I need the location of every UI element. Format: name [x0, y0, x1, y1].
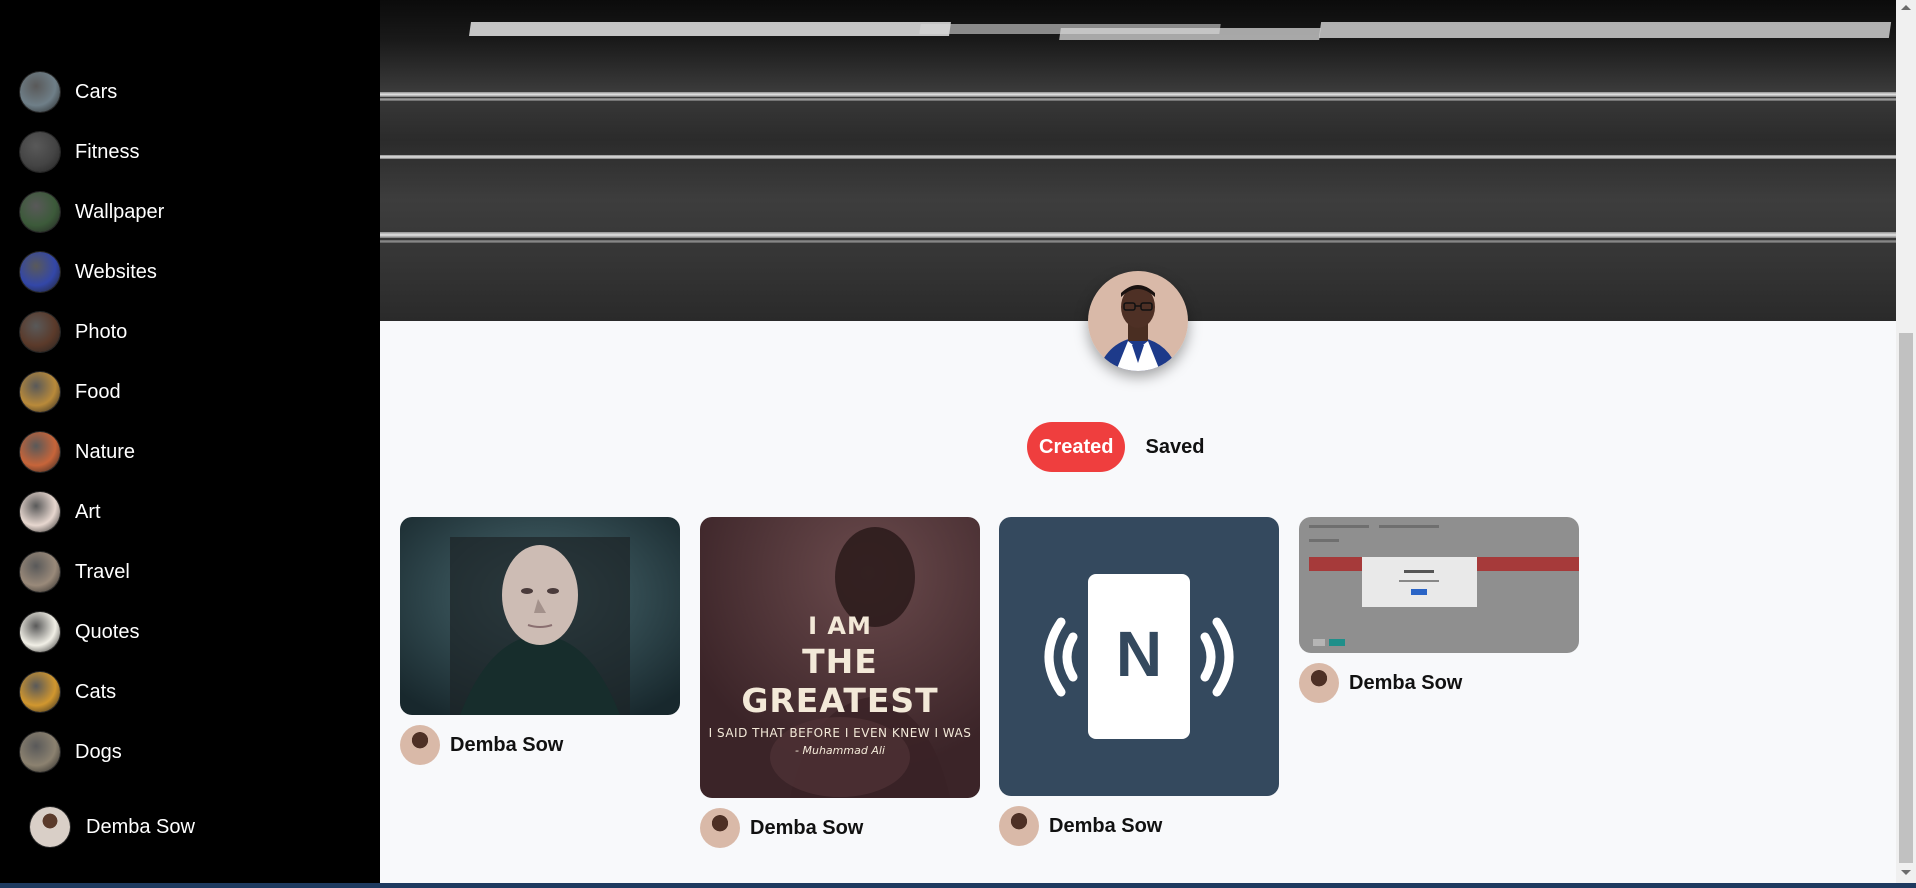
author-avatar — [1299, 663, 1339, 703]
sidebar-item-wallpaper[interactable]: Wallpaper — [20, 189, 164, 235]
sidebar-item-fitness[interactable]: Fitness — [20, 129, 139, 175]
category-thumbnail — [20, 672, 60, 712]
tab-saved[interactable]: Saved — [1145, 422, 1204, 472]
nfc-logo-letter: N — [1115, 618, 1163, 690]
pin-card[interactable]: N Demba Sow — [999, 517, 1279, 846]
sidebar-item-label: Dogs — [75, 740, 122, 763]
sidebar-item-cars[interactable]: Cars — [20, 69, 117, 115]
pin-author[interactable]: Demba Sow — [700, 808, 980, 848]
pin-image[interactable] — [1299, 517, 1579, 653]
user-avatar — [30, 807, 70, 847]
sidebar-item-label: Cats — [75, 680, 117, 703]
sidebar-item-label: Art — [75, 500, 101, 523]
category-thumbnail — [20, 732, 60, 772]
pin-card[interactable]: Demba Sow — [1299, 517, 1579, 703]
profile-tabs: Created Saved — [1027, 422, 1204, 472]
author-avatar — [999, 806, 1039, 846]
pin-author[interactable]: Demba Sow — [999, 806, 1279, 846]
sidebar-item-dogs[interactable]: Dogs — [20, 729, 122, 775]
sidebar-item-nature[interactable]: Nature — [20, 429, 135, 475]
pin-card[interactable]: I AM THE GREATEST I SAID THAT BEFORE I E… — [700, 517, 980, 848]
sidebar-item-label: Websites — [75, 260, 157, 283]
quote-line-2: THE GREATEST — [741, 642, 939, 720]
sidebar-item-food[interactable]: Food — [20, 369, 121, 415]
pin-card[interactable]: Demba Sow — [400, 517, 680, 765]
scroll-down-icon[interactable] — [1901, 870, 1911, 875]
author-name: Demba Sow — [1349, 671, 1463, 694]
sidebar-item-label: Nature — [75, 440, 136, 463]
pin-image[interactable]: I AM THE GREATEST I SAID THAT BEFORE I E… — [700, 517, 980, 798]
pin-image[interactable]: N — [999, 517, 1279, 796]
category-thumbnail — [20, 612, 60, 652]
author-avatar — [700, 808, 740, 848]
sidebar-item-art[interactable]: Art — [20, 489, 101, 535]
category-thumbnail — [20, 492, 60, 532]
os-taskbar-edge — [0, 883, 1916, 888]
scrollbar-thumb[interactable] — [1899, 333, 1913, 863]
sidebar-item-quotes[interactable]: Quotes — [20, 609, 139, 655]
sidebar-item-label: Wallpaper — [75, 200, 165, 223]
sidebar-item-label: Cars — [75, 80, 118, 103]
tab-created[interactable]: Created — [1027, 422, 1126, 472]
author-avatar — [400, 725, 440, 765]
quote-signature: - Muhammad Ali — [795, 744, 885, 757]
category-thumbnail — [20, 372, 60, 412]
sidebar: Cars Fitness Wallpaper Websites Photo Food Nat… — [0, 0, 380, 888]
category-thumbnail — [20, 252, 60, 292]
sidebar-item-label: Fitness — [75, 140, 140, 163]
category-thumbnail — [20, 132, 60, 172]
pin-image[interactable] — [400, 517, 680, 715]
profile-avatar — [1088, 271, 1188, 371]
category-thumbnail — [20, 72, 60, 112]
sidebar-item-photo[interactable]: Photo — [20, 309, 127, 355]
sidebar-item-websites[interactable]: Websites — [20, 249, 157, 295]
scroll-up-icon[interactable] — [1901, 5, 1911, 10]
quote-line-3: I SAID THAT BEFORE I EVEN KNEW I WAS — [708, 726, 972, 740]
page-scrollbar[interactable] — [1896, 0, 1916, 883]
sidebar-item-label: Food — [75, 380, 121, 403]
quote-line-1: I AM — [808, 612, 872, 640]
pin-author[interactable]: Demba Sow — [400, 725, 680, 765]
category-thumbnail — [20, 552, 60, 592]
sidebar-item-label: Travel — [75, 560, 130, 583]
category-thumbnail — [20, 192, 60, 232]
profile-main: Created Saved Demba Sow I AM THE GREATES… — [380, 0, 1896, 883]
sidebar-item-label: Quotes — [75, 620, 140, 643]
author-name: Demba Sow — [750, 816, 864, 839]
sidebar-item-cats[interactable]: Cats — [20, 669, 116, 715]
sidebar-item-travel[interactable]: Travel — [20, 549, 130, 595]
sidebar-item-label: Photo — [75, 320, 128, 343]
category-thumbnail — [20, 432, 60, 472]
author-name: Demba Sow — [450, 733, 564, 756]
category-thumbnail — [20, 312, 60, 352]
pin-author[interactable]: Demba Sow — [1299, 663, 1579, 703]
sidebar-user-profile-link[interactable]: Demba Sow — [30, 806, 195, 848]
author-name: Demba Sow — [1049, 814, 1163, 837]
sidebar-user-name: Demba Sow — [86, 815, 195, 838]
